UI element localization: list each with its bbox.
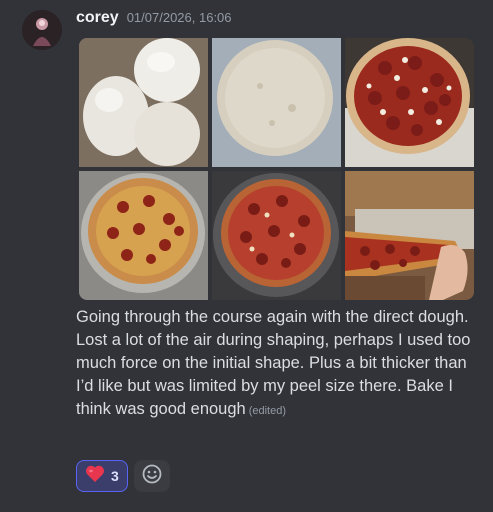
username[interactable]: corey xyxy=(76,9,119,27)
chat-message: corey 01/07/2026, 16:06 Going through th… xyxy=(0,0,493,512)
smiley-face-icon xyxy=(142,464,162,489)
baked-pizza-on-pan-photo[interactable] xyxy=(212,171,341,300)
timestamp[interactable]: 01/07/2026, 16:06 xyxy=(127,10,232,25)
message-text: Going through the course again with the … xyxy=(76,308,471,418)
message-header: corey 01/07/2026, 16:06 xyxy=(76,9,232,31)
baked-pizza-on-screen-photo[interactable] xyxy=(79,171,208,300)
avatar[interactable] xyxy=(22,10,62,50)
reaction-count: 3 xyxy=(111,468,119,484)
image-gallery xyxy=(79,38,474,300)
edited-label: (edited) xyxy=(248,405,287,417)
reaction-bar: 3 xyxy=(76,460,170,492)
stretched-dough-photo[interactable] xyxy=(212,38,341,167)
heart-emoji-icon xyxy=(85,465,105,488)
reaction-heart[interactable]: 3 xyxy=(76,460,128,492)
pizza-slice-held-photo[interactable] xyxy=(345,171,474,300)
message-content: Going through the course again with the … xyxy=(76,306,481,423)
add-reaction-button[interactable] xyxy=(133,460,170,492)
pepperoni-pizza-on-peel-photo[interactable] xyxy=(345,38,474,167)
dough-balls-photo[interactable] xyxy=(79,38,208,167)
